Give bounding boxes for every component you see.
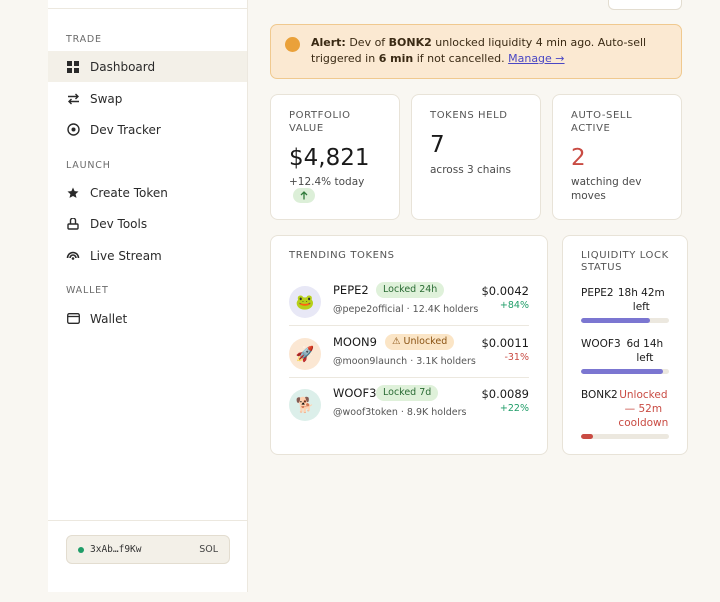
sidebar-item-label: Create Token [90, 185, 168, 200]
token-change: -31% [504, 352, 529, 363]
sidebar-item-dev-tracker[interactable]: Dev Tracker [48, 114, 247, 145]
sidebar: TRADE Dashboard Swap Dev Tracker LAUNCH … [48, 0, 248, 592]
lock-progress-bar [581, 369, 669, 374]
row-divider [289, 377, 529, 378]
wallet-address: 3xAb…f9Kw [90, 544, 142, 555]
wallet-connection-pill[interactable]: 3xAb…f9Kw SOL [66, 535, 230, 564]
stat-value: 2 [571, 145, 586, 171]
lock-status-text: Unlocked — 52m cooldown [618, 389, 669, 429]
lock-line: PEPE2 18h 42m left [581, 286, 669, 314]
token-avatar-icon: 🚀 [289, 338, 321, 370]
token-price: $0.0042 [481, 284, 529, 298]
stat-sub: watching dev moves [571, 176, 642, 202]
row-divider [289, 325, 529, 326]
stat-sub: across 3 chains [430, 164, 511, 176]
section-label-trade: TRADE [66, 34, 102, 45]
lock-item: BONK2 Unlocked — 52m cooldown [581, 388, 669, 439]
token-meta: @moon9launch · 3.1K holders [333, 356, 476, 367]
stat-card-auto-sell: AUTO-SELL ACTIVE 2 watching dev moves [552, 94, 682, 220]
swap-arrows-icon [66, 92, 80, 106]
lock-progress-fill [581, 434, 594, 439]
token-name: MOON9 [333, 335, 377, 349]
wallet-chain: SOL [199, 544, 218, 555]
token-price: $0.0011 [481, 336, 529, 350]
lock-token-name: BONK2 [581, 389, 618, 401]
lock-status-text: 6d 14h left [626, 338, 664, 364]
alert-text: if not cancelled. [413, 52, 509, 65]
stat-sub: +12.4% today [289, 176, 365, 188]
sidebar-item-wallet[interactable]: Wallet [48, 303, 247, 334]
liquidity-lock-card: LIQUIDITY LOCK STATUS PEPE2 18h 42m left W… [562, 235, 688, 455]
stat-card-tokens-held: TOKENS HELD 7 across 3 chains [411, 94, 541, 220]
token-name: WOOF3 [333, 386, 377, 400]
manage-link[interactable]: Manage → [508, 52, 564, 65]
star-icon [66, 186, 80, 200]
sidebar-divider [48, 520, 247, 521]
lock-status-badge: ⚠ Unlocked [385, 334, 455, 350]
stat-label: PORTFOLIO VALUE [289, 110, 351, 134]
sidebar-item-label: Swap [90, 91, 123, 106]
header-button[interactable] [608, 0, 682, 10]
lock-token-name: WOOF3 [581, 338, 621, 350]
stat-value: $4,821 [289, 145, 370, 171]
broadcast-icon [66, 249, 80, 263]
token-row[interactable]: 🐕 WOOF3 Locked 7d @woof3token · 8.9K holder… [289, 381, 529, 431]
section-label-launch: LAUNCH [66, 160, 111, 171]
lock-progress-bar [581, 318, 669, 323]
stat-card-portfolio: PORTFOLIO VALUE $4,821 +12.4% today [270, 94, 400, 220]
sidebar-item-label: Dashboard [90, 59, 156, 74]
lock-line: WOOF3 6d 14h left [581, 337, 669, 365]
target-icon [66, 123, 80, 137]
token-meta: @woof3token · 8.9K holders [333, 407, 467, 418]
lock-progress-fill [581, 318, 650, 323]
alert-token: BONK2 [388, 36, 432, 49]
sidebar-item-label: Dev Tools [90, 216, 148, 231]
toolbox-icon [66, 217, 80, 231]
lock-token-name: PEPE2 [581, 287, 614, 299]
sidebar-item-label: Wallet [90, 311, 128, 326]
lock-item: PEPE2 18h 42m left [581, 286, 669, 323]
token-change: +84% [499, 300, 529, 311]
stat-label: AUTO-SELL ACTIVE [571, 110, 633, 134]
token-meta: @pepe2official · 12.4K holders [333, 304, 479, 315]
token-change: +22% [499, 403, 529, 414]
trending-tokens-card: TRENDING TOKENS 🐸 PEPE2 Locked 24h @pepe2of… [270, 235, 548, 455]
token-avatar-icon: 🐕 [289, 389, 321, 421]
sidebar-item-label: Live Stream [90, 248, 162, 263]
lock-progress-bar [581, 434, 669, 439]
warning-icon [285, 37, 300, 52]
sidebar-item-create-token[interactable]: Create Token [48, 177, 247, 208]
lock-status-badge: Locked 24h [376, 282, 445, 298]
lock-status-text: 18h 42m left [617, 287, 665, 313]
token-avatar-icon: 🐸 [289, 286, 321, 318]
sidebar-divider [48, 8, 247, 9]
sidebar-item-swap[interactable]: Swap [48, 83, 247, 114]
section-label-wallet: WALLET [66, 285, 109, 296]
token-row[interactable]: 🐸 PEPE2 Locked 24h @pepe2official · 12.4K h… [289, 278, 529, 328]
status-dot [78, 546, 84, 553]
grid-icon [66, 60, 80, 74]
stat-value: 7 [430, 132, 445, 158]
sidebar-item-dev-tools[interactable]: Dev Tools [48, 208, 247, 239]
token-row[interactable]: 🚀 MOON9 ⚠ Unlocked @moon9launch · 3.1K hold… [289, 330, 529, 380]
wallet-icon [66, 312, 80, 326]
token-price: $0.0089 [481, 387, 529, 401]
sidebar-item-label: Dev Tracker [90, 122, 161, 137]
card-title: LIQUIDITY LOCK STATUS [581, 250, 669, 273]
arrow-up-icon [293, 188, 315, 203]
card-title: TRENDING TOKENS [289, 250, 395, 261]
alert-time: 6 min [378, 52, 414, 65]
sidebar-item-dashboard[interactable]: Dashboard [48, 51, 247, 82]
alert-label: Alert: [311, 36, 346, 49]
token-name: PEPE2 [333, 283, 369, 297]
alert-banner: Alert: Dev of BONK2 unlocked liquidity 4… [270, 24, 682, 79]
lock-line: BONK2 Unlocked — 52m cooldown [581, 388, 669, 430]
alert-text: Dev of [345, 36, 389, 49]
sidebar-item-live-stream[interactable]: Live Stream [48, 240, 247, 271]
lock-status-badge: Locked 7d [376, 385, 439, 401]
stat-label: TOKENS HELD [430, 110, 508, 121]
lock-progress-fill [581, 369, 663, 374]
lock-item: WOOF3 6d 14h left [581, 337, 669, 374]
